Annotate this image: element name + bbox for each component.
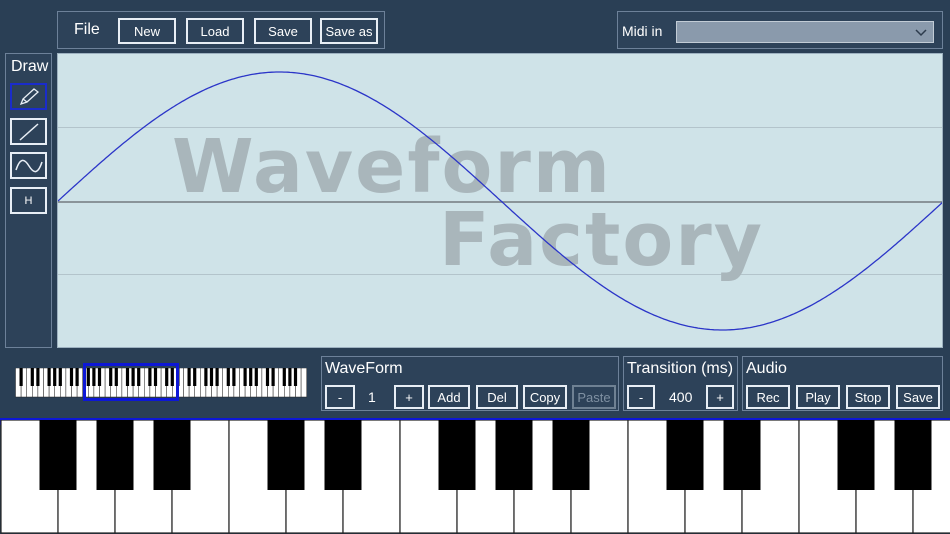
- black-key[interactable]: [282, 368, 286, 386]
- black-key[interactable]: [249, 368, 253, 386]
- file-title: File: [74, 21, 100, 38]
- audio-title: Audio: [746, 360, 787, 377]
- record-button[interactable]: Rec: [746, 385, 790, 409]
- black-key[interactable]: [19, 368, 23, 386]
- black-key[interactable]: [47, 368, 51, 386]
- midi-in-select[interactable]: [676, 21, 934, 43]
- black-key[interactable]: [495, 420, 533, 490]
- black-key[interactable]: [30, 368, 34, 386]
- draw-title: Draw: [11, 58, 49, 75]
- delete-waveform-button[interactable]: Del: [476, 385, 518, 409]
- black-key[interactable]: [96, 420, 134, 490]
- black-key[interactable]: [153, 420, 191, 490]
- black-key[interactable]: [204, 368, 208, 386]
- sine-waveform: [58, 71, 942, 331]
- transition-plus-button[interactable]: +: [706, 385, 734, 409]
- black-key[interactable]: [39, 420, 77, 490]
- black-key[interactable]: [267, 420, 305, 490]
- waveform-minus-button[interactable]: -: [325, 385, 355, 409]
- black-key[interactable]: [254, 368, 258, 386]
- black-key[interactable]: [552, 420, 590, 490]
- curve-icon: [14, 159, 43, 172]
- waveform-value: 1: [368, 389, 376, 405]
- transition-value: 400: [669, 389, 693, 405]
- paste-waveform-button[interactable]: Paste: [572, 385, 616, 409]
- h-tool-button[interactable]: H: [10, 187, 47, 214]
- black-key[interactable]: [226, 368, 230, 386]
- copy-waveform-button[interactable]: Copy: [523, 385, 567, 409]
- transition-minus-button[interactable]: -: [627, 385, 655, 409]
- black-key[interactable]: [58, 368, 62, 386]
- black-key[interactable]: [75, 368, 79, 386]
- black-key[interactable]: [324, 420, 362, 490]
- play-button[interactable]: Play: [796, 385, 840, 409]
- black-key[interactable]: [288, 368, 292, 386]
- chevron-down-icon: [915, 29, 927, 37]
- black-key[interactable]: [894, 420, 932, 490]
- black-key[interactable]: [723, 420, 761, 490]
- black-key[interactable]: [69, 368, 74, 386]
- curve-tool-button[interactable]: [10, 152, 47, 179]
- keyboard-range-selector[interactable]: [83, 363, 179, 401]
- midi-label: Midi in: [622, 23, 663, 39]
- pencil-icon: [19, 87, 39, 105]
- transition-title: Transition (ms): [627, 360, 734, 377]
- black-key[interactable]: [232, 368, 236, 386]
- black-key[interactable]: [193, 368, 197, 386]
- black-key[interactable]: [36, 368, 40, 386]
- white-key[interactable]: [300, 368, 307, 398]
- black-key[interactable]: [53, 368, 57, 386]
- piano-keyboard[interactable]: [0, 420, 950, 534]
- new-button[interactable]: New: [118, 18, 176, 44]
- save-audio-button[interactable]: Save: [896, 385, 940, 409]
- black-key[interactable]: [215, 368, 219, 386]
- black-key[interactable]: [837, 420, 875, 490]
- waveform-plus-button[interactable]: +: [394, 385, 424, 409]
- waveform-canvas[interactable]: Waveform Factory: [57, 53, 943, 348]
- save-file-button[interactable]: Save: [254, 18, 312, 44]
- black-key[interactable]: [293, 368, 298, 386]
- load-button[interactable]: Load: [186, 18, 244, 44]
- waveform-title: WaveForm: [325, 360, 403, 377]
- line-tool-button[interactable]: [10, 118, 47, 145]
- stop-button[interactable]: Stop: [846, 385, 890, 409]
- black-key[interactable]: [666, 420, 704, 490]
- black-key[interactable]: [187, 368, 191, 386]
- black-key[interactable]: [271, 368, 275, 386]
- pencil-tool-button[interactable]: [10, 83, 47, 110]
- black-key[interactable]: [265, 368, 270, 386]
- line-icon: [19, 122, 38, 141]
- black-key[interactable]: [438, 420, 476, 490]
- black-key[interactable]: [243, 368, 247, 386]
- black-key[interactable]: [209, 368, 214, 386]
- add-waveform-button[interactable]: Add: [428, 385, 470, 409]
- save-as-button[interactable]: Save as: [320, 18, 378, 44]
